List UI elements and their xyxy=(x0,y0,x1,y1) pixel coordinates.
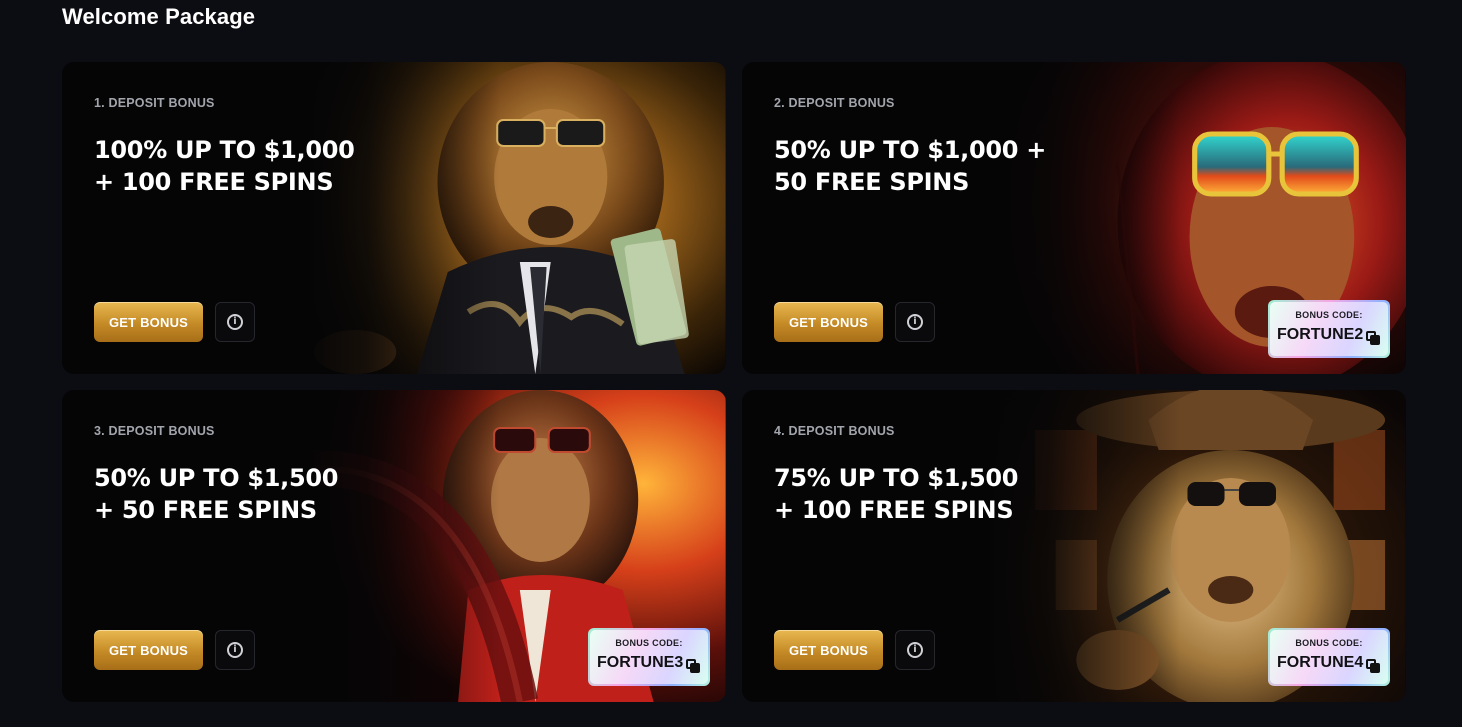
headline-line-2: + 50 FREE SPINS xyxy=(94,496,317,524)
copy-icon[interactable] xyxy=(1366,659,1380,673)
get-bonus-button[interactable]: GET BONUS xyxy=(774,630,883,670)
bonus-code-label: BONUS CODE: xyxy=(1295,638,1363,648)
get-bonus-button[interactable]: GET BONUS xyxy=(94,630,203,670)
page-title: Welcome Package xyxy=(62,4,256,29)
info-icon: i xyxy=(227,314,243,330)
headline-line-1: 100% UP TO $1,000 xyxy=(94,136,355,164)
copy-icon[interactable] xyxy=(1366,331,1380,345)
bonus-card-4: 4. DEPOSIT BONUS 75% UP TO $1,500 + 100 … xyxy=(742,390,1406,702)
headline-line-2: + 100 FREE SPINS xyxy=(774,496,1014,524)
bonus-code-value: FORTUNE4 xyxy=(1277,654,1364,671)
bonus-headline: 75% UP TO $1,500 + 100 FREE SPINS xyxy=(774,462,1134,526)
bonus-card-3: 3. DEPOSIT BONUS 50% UP TO $1,500 + 50 F… xyxy=(62,390,726,702)
get-bonus-button[interactable]: GET BONUS xyxy=(94,302,203,342)
copy-icon[interactable] xyxy=(686,659,700,673)
deposit-kicker: 2. DEPOSIT BONUS xyxy=(774,96,895,110)
bonus-card-2: 2. DEPOSIT BONUS 50% UP TO $1,000 + 50 F… xyxy=(742,62,1406,374)
bonus-code-badge[interactable]: BONUS CODE: FORTUNE4 xyxy=(1268,628,1390,686)
deposit-kicker: 3. DEPOSIT BONUS xyxy=(94,424,215,438)
bonus-headline: 100% UP TO $1,000 + 100 FREE SPINS xyxy=(94,134,454,198)
headline-line-1: 50% UP TO $1,500 xyxy=(94,464,339,492)
info-button[interactable]: i xyxy=(895,302,935,342)
bonus-headline: 50% UP TO $1,500 + 50 FREE SPINS xyxy=(94,462,454,526)
welcome-package-grid: 1. DEPOSIT BONUS 100% UP TO $1,000 + 100… xyxy=(62,62,1406,702)
deposit-kicker: 4. DEPOSIT BONUS xyxy=(774,424,895,438)
info-button[interactable]: i xyxy=(215,630,255,670)
bonus-code-value: FORTUNE2 xyxy=(1277,326,1364,343)
deposit-kicker: 1. DEPOSIT BONUS xyxy=(94,96,215,110)
bonus-code-label: BONUS CODE: xyxy=(615,638,683,648)
info-icon: i xyxy=(227,642,243,658)
info-icon: i xyxy=(907,314,923,330)
info-icon: i xyxy=(907,642,923,658)
info-button[interactable]: i xyxy=(215,302,255,342)
get-bonus-button[interactable]: GET BONUS xyxy=(774,302,883,342)
headline-line-2: 50 FREE SPINS xyxy=(774,168,970,196)
bonus-code-badge[interactable]: BONUS CODE: FORTUNE2 xyxy=(1268,300,1390,358)
headline-line-1: 50% UP TO $1,000 + xyxy=(774,136,1047,164)
bonus-headline: 50% UP TO $1,000 + 50 FREE SPINS xyxy=(774,134,1134,198)
bonus-code-badge[interactable]: BONUS CODE: FORTUNE3 xyxy=(588,628,710,686)
bonus-card-1: 1. DEPOSIT BONUS 100% UP TO $1,000 + 100… xyxy=(62,62,726,374)
headline-line-1: 75% UP TO $1,500 xyxy=(774,464,1019,492)
headline-line-2: + 100 FREE SPINS xyxy=(94,168,334,196)
bonus-code-value: FORTUNE3 xyxy=(597,654,684,671)
info-button[interactable]: i xyxy=(895,630,935,670)
bonus-code-label: BONUS CODE: xyxy=(1295,310,1363,320)
